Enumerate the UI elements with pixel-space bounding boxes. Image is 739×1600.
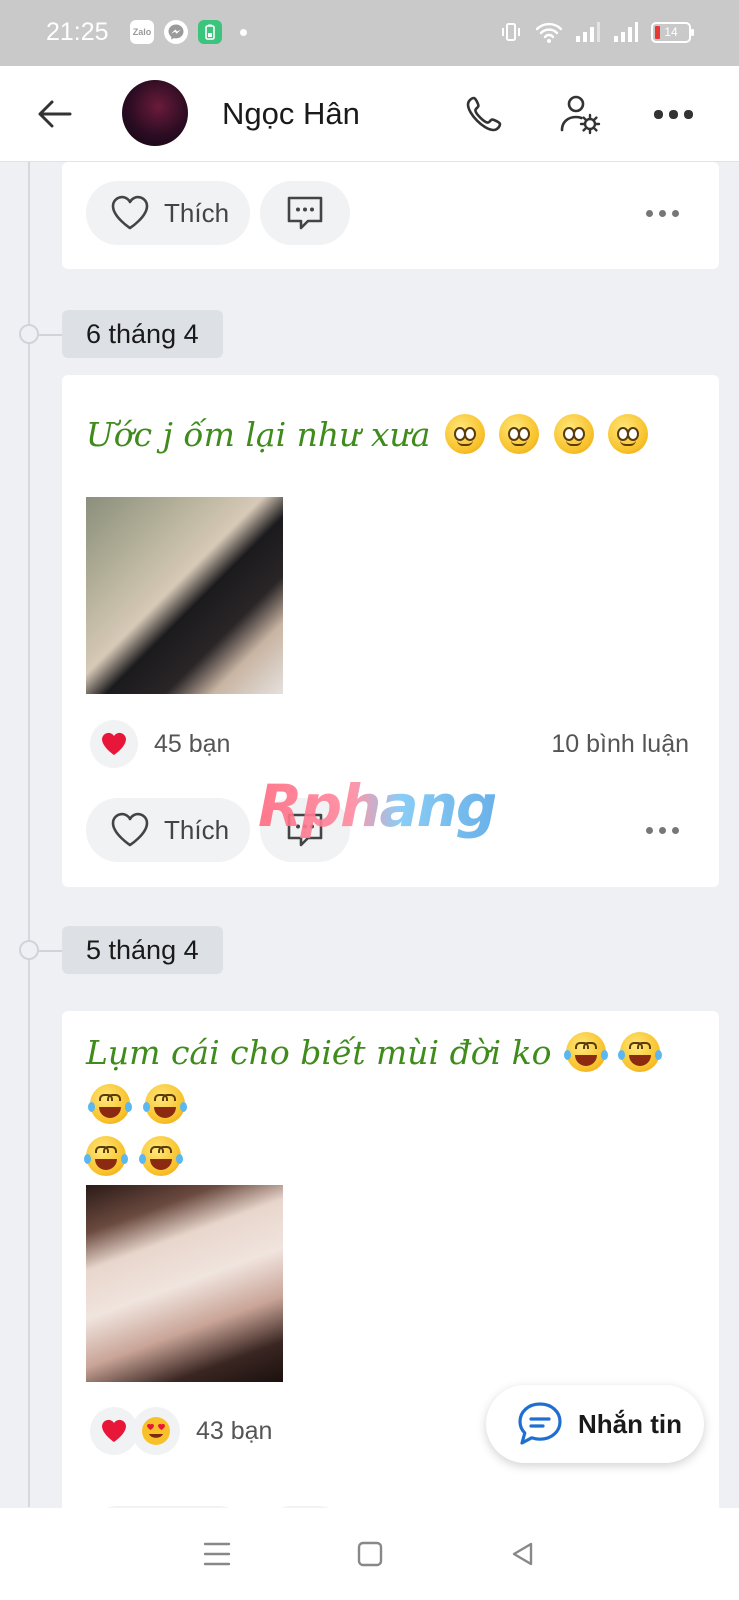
post-photo[interactable] bbox=[86, 497, 283, 694]
slightly-smiling-face-emoji bbox=[499, 414, 540, 454]
vibrate-icon bbox=[502, 23, 520, 41]
back-arrow-icon[interactable] bbox=[34, 94, 74, 134]
chat-header: Ngọc Hân bbox=[0, 66, 739, 162]
slightly-smiling-face-emoji bbox=[553, 414, 594, 454]
face-with-tears-of-joy-emoji bbox=[618, 1032, 663, 1072]
date-chip: 5 tháng 4 bbox=[62, 926, 223, 974]
like-label: Thích bbox=[164, 197, 230, 228]
like-button[interactable]: Thích bbox=[86, 798, 250, 862]
signal-icon-2 bbox=[614, 22, 638, 42]
like-label: Thích bbox=[164, 814, 230, 845]
post-caption: Lụm cái cho biết mùi đời ko bbox=[86, 1033, 552, 1072]
zalo-notification-icon: Zalo bbox=[130, 20, 154, 44]
face-with-tears-of-joy-emoji bbox=[88, 1084, 132, 1124]
more-options-icon[interactable] bbox=[654, 110, 693, 119]
status-app-icons: Zalo bbox=[130, 20, 247, 44]
send-message-label: Nhắn tin bbox=[578, 1408, 682, 1439]
face-with-tears-of-joy-emoji bbox=[138, 1136, 183, 1176]
battery-saver-notification-icon bbox=[198, 20, 222, 44]
chat-bubble-icon bbox=[518, 1402, 562, 1445]
send-message-button[interactable]: Nhắn tin bbox=[486, 1385, 704, 1463]
timeline-line bbox=[28, 162, 30, 1507]
post-text: Lụm cái cho biết mùi đời ko bbox=[84, 1027, 695, 1183]
date-chip: 6 tháng 4 bbox=[62, 310, 223, 358]
post-more-icon[interactable] bbox=[646, 210, 679, 217]
status-bar: 21:25 Zalo 14 bbox=[0, 0, 739, 66]
slightly-smiling-face-emoji bbox=[608, 414, 649, 454]
post-more-icon[interactable] bbox=[646, 827, 679, 834]
signal-icon-1 bbox=[576, 22, 600, 42]
face-with-tears-of-joy-emoji bbox=[563, 1032, 608, 1072]
timeline-dot bbox=[19, 940, 83, 960]
home-icon[interactable] bbox=[356, 1540, 384, 1568]
contact-name[interactable]: Ngọc Hân bbox=[222, 96, 360, 132]
heart-reaction-icon bbox=[90, 720, 138, 768]
heart-outline-icon bbox=[111, 812, 149, 847]
user-settings-icon[interactable] bbox=[558, 92, 602, 136]
wifi-icon bbox=[535, 22, 563, 43]
like-button[interactable]: Thích bbox=[86, 181, 250, 245]
face-with-tears-of-joy-emoji bbox=[142, 1084, 187, 1124]
messenger-notification-icon bbox=[164, 20, 188, 44]
watermark-logo: Rphang bbox=[258, 772, 497, 840]
back-nav-icon[interactable] bbox=[509, 1540, 537, 1568]
comment-icon bbox=[287, 196, 323, 230]
reaction-count: 45 bạn bbox=[154, 729, 231, 758]
avatar[interactable] bbox=[122, 80, 188, 146]
battery-indicator: 14 bbox=[651, 21, 694, 43]
post-card: Thích bbox=[62, 162, 719, 269]
status-time: 21:25 bbox=[46, 18, 109, 46]
post-photo[interactable] bbox=[86, 1185, 283, 1382]
slightly-smiling-face-emoji bbox=[444, 414, 485, 454]
recent-apps-icon[interactable] bbox=[202, 1540, 232, 1568]
more-notifications-dot bbox=[240, 28, 247, 36]
heart-eyes-reaction-icon bbox=[132, 1407, 180, 1455]
phone-icon[interactable] bbox=[462, 92, 506, 136]
comment-count[interactable]: 10 bình luận bbox=[551, 730, 689, 759]
status-indicators: 14 bbox=[499, 20, 694, 44]
heart-outline-icon bbox=[111, 195, 149, 230]
heart-reaction-icon bbox=[90, 1407, 138, 1455]
system-navigation-bar bbox=[0, 1508, 739, 1600]
reaction-count: 43 bạn bbox=[196, 1416, 273, 1445]
timeline-dot bbox=[19, 324, 83, 344]
post-text: Ước j ốm lại như xưa bbox=[86, 409, 695, 461]
comment-button[interactable] bbox=[260, 181, 350, 245]
face-with-tears-of-joy-emoji bbox=[84, 1136, 128, 1176]
post-caption: Ước j ốm lại như xưa bbox=[86, 415, 431, 454]
reaction-summary[interactable]: 45 bạn 10 bình luận bbox=[90, 720, 689, 768]
